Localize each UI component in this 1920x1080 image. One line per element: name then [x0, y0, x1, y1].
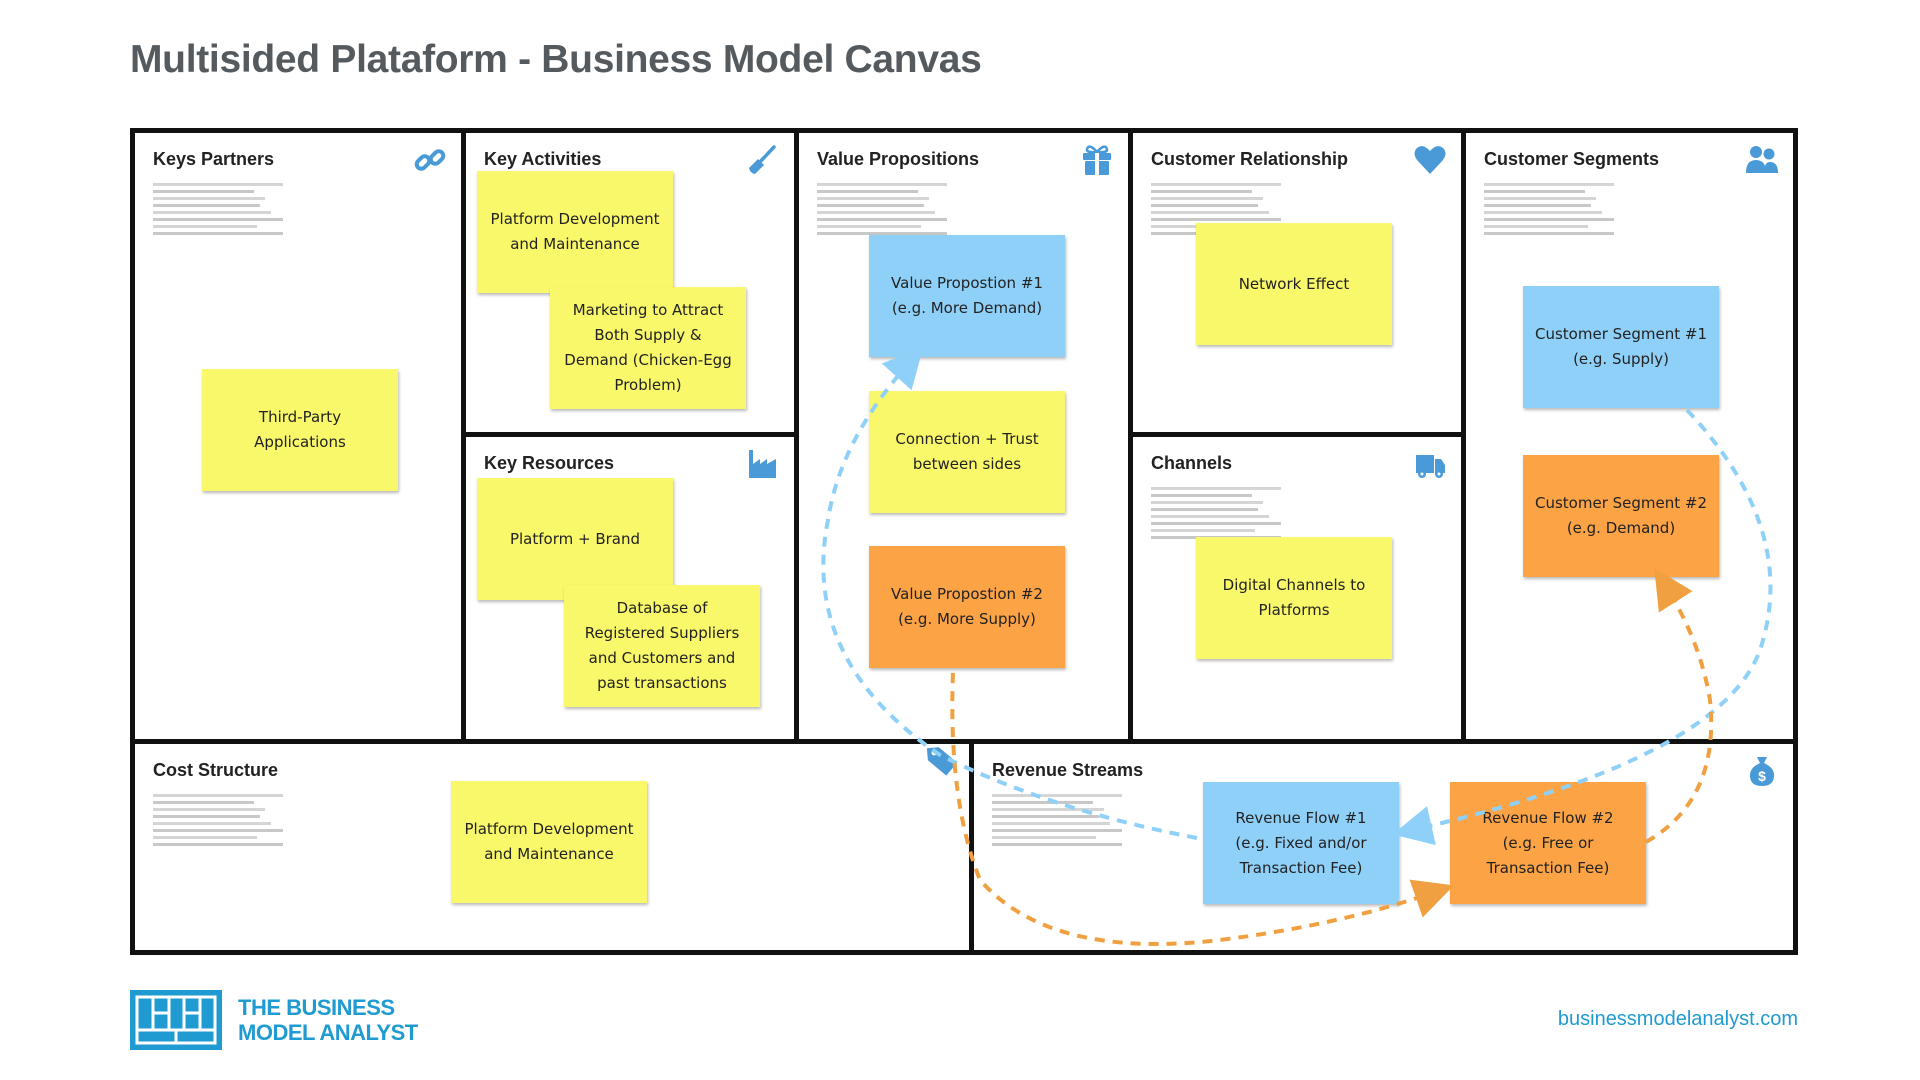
sticky-note[interactable]: Platform Development and Maintenance — [451, 781, 647, 903]
block-title: Revenue Streams — [992, 760, 1144, 780]
svg-text:$: $ — [1758, 768, 1766, 784]
money-bag-icon: $ — [1749, 757, 1775, 786]
block-key-partners: Keys Partners Third-Party Applications — [135, 133, 461, 739]
sticky-note[interactable]: Customer Segment #1 (e.g. Supply) — [1523, 286, 1719, 408]
sticky-note[interactable]: Platform + Brand — [477, 478, 673, 600]
block-title: Value Propositions — [817, 149, 980, 169]
block-customer-relationship: Customer Relationship Network Effect — [1133, 133, 1461, 432]
price-tag-icon — [926, 747, 958, 776]
block-title: Channels — [1151, 453, 1233, 473]
brand-logo[interactable]: THE BUSINESS MODEL ANALYST — [130, 990, 418, 1050]
sticky-note[interactable]: Value Propostion #2 (e.g. More Supply) — [869, 546, 1065, 668]
heart-icon — [1414, 146, 1446, 174]
brand-line-2: MODEL ANALYST — [238, 1020, 418, 1045]
block-key-resources: Key Resources Platform + Brand Database … — [466, 437, 794, 739]
block-title: Keys Partners — [153, 149, 275, 169]
business-model-canvas: Keys Partners Third-Party Applications K… — [130, 128, 1798, 955]
block-channels: Channels Digital Channels to Platforms — [1133, 437, 1461, 739]
block-title: Customer Segments — [1484, 149, 1660, 169]
shovel-icon — [749, 145, 776, 174]
block-title: Key Resources — [484, 453, 615, 473]
page-title: Multisided Plataform - Business Model Ca… — [130, 38, 982, 81]
block-revenue-streams: Revenue Streams $ Revenue Flow #1 (e.g. … — [974, 744, 1793, 955]
link-icon — [414, 149, 446, 171]
placeholder-text — [1151, 487, 1281, 543]
sticky-note[interactable]: Customer Segment #2 (e.g. Demand) — [1523, 455, 1719, 577]
brand-name: THE BUSINESS MODEL ANALYST — [238, 995, 418, 1045]
website-link[interactable]: businessmodelanalyst.com — [1558, 1008, 1798, 1031]
block-key-activities: Key Activities Platform Development and … — [466, 133, 794, 432]
truck-icon — [1416, 455, 1445, 478]
sticky-note[interactable]: Platform Development and Maintenance — [477, 171, 673, 293]
sticky-note[interactable]: Database of Registered Suppliers and Cus… — [564, 585, 760, 707]
placeholder-text — [153, 794, 283, 850]
sticky-note[interactable]: Marketing to Attract Both Supply & Deman… — [550, 287, 746, 409]
sticky-note[interactable]: Revenue Flow #2 (e.g. Free or Transactio… — [1450, 782, 1646, 904]
block-customer-segments: Customer Segments Customer Segment #1 (e… — [1466, 133, 1793, 739]
sticky-note[interactable]: Network Effect — [1196, 223, 1392, 345]
factory-icon — [749, 450, 776, 478]
block-value-propositions: Value Propositions Value Propostion #1 (… — [799, 133, 1128, 739]
sticky-note[interactable]: Third-Party Applications — [202, 369, 398, 491]
sticky-note[interactable]: Value Propostion #1 (e.g. More Demand) — [869, 235, 1065, 357]
sticky-note[interactable]: Digital Channels to Platforms — [1196, 537, 1392, 659]
canvas-logo-icon — [130, 990, 222, 1050]
block-title: Customer Relationship — [1151, 149, 1349, 169]
block-title: Key Activities — [484, 149, 602, 169]
block-title: Cost Structure — [153, 760, 279, 780]
gift-icon — [1083, 145, 1111, 175]
placeholder-text — [153, 183, 283, 239]
placeholder-text — [992, 794, 1122, 850]
brand-line-1: THE BUSINESS — [238, 995, 395, 1020]
block-cost-structure: Cost Structure Platform Development and … — [135, 744, 969, 955]
sticky-note[interactable]: Connection + Trust between sides — [869, 391, 1065, 513]
sticky-note[interactable]: Revenue Flow #1 (e.g. Fixed and/or Trans… — [1203, 782, 1399, 904]
users-icon — [1746, 146, 1778, 173]
placeholder-text — [817, 183, 947, 239]
placeholder-text — [1484, 183, 1614, 239]
